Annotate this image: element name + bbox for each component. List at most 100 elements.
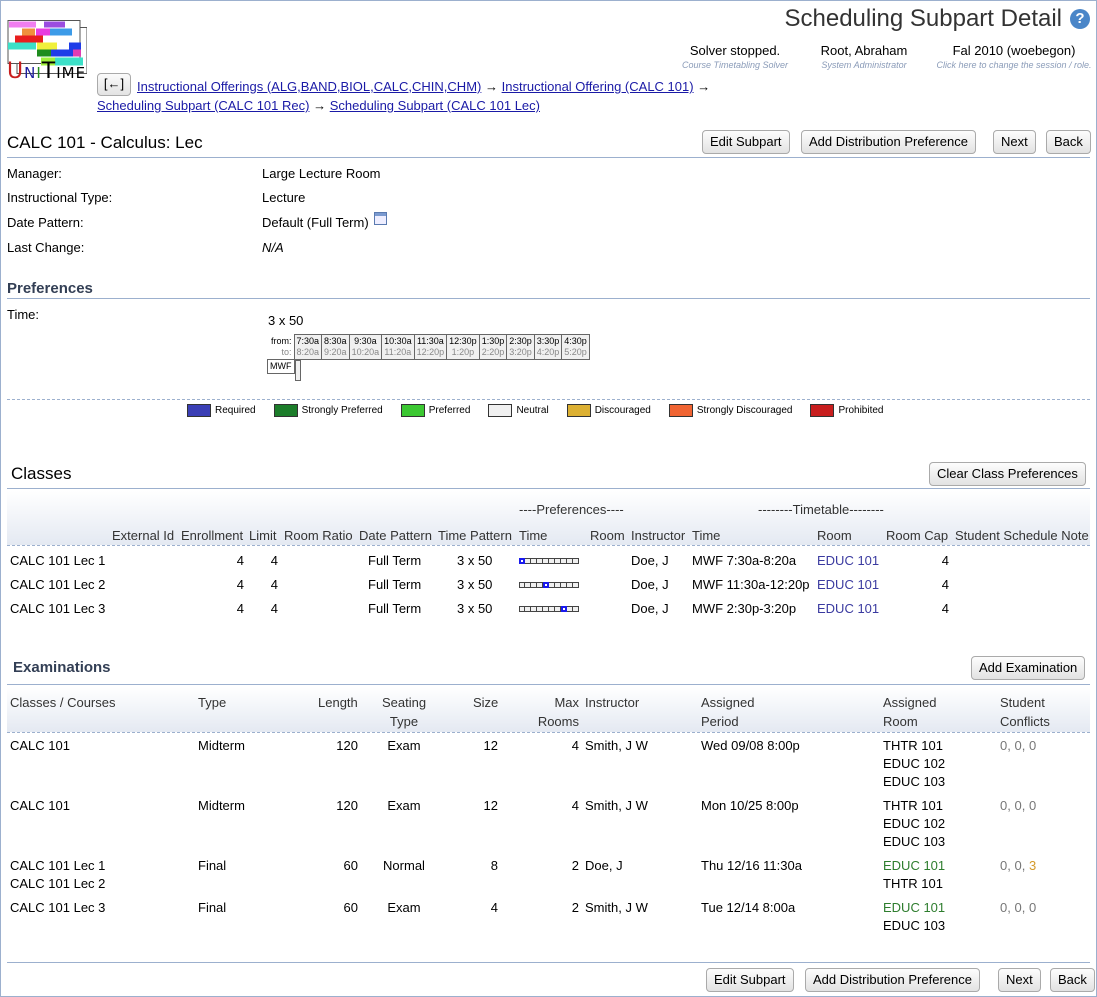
assigned-room[interactable]: EDUC 101: [817, 601, 879, 616]
add-distribution-preference-button[interactable]: Add Distribution Preference: [801, 130, 976, 154]
exam-length: 60: [343, 900, 358, 915]
edit-subpart-button[interactable]: Edit Subpart: [702, 130, 790, 154]
assigned-room[interactable]: EDUC 101: [817, 577, 879, 592]
limit: 4: [270, 577, 278, 592]
exam-size: 12: [483, 798, 498, 813]
slot-header[interactable]: 4:30p 5:20p: [561, 334, 590, 360]
slot-header[interactable]: 9:30a 10:20a: [348, 334, 383, 360]
exam-assigned-period: Thu 12/16 11:30a: [701, 858, 802, 873]
slot-header[interactable]: 1:30p 2:20p: [478, 334, 508, 360]
breadcrumb-subpart-rec[interactable]: Scheduling Subpart (CALC 101 Rec): [97, 98, 309, 113]
instructor: Doe, J: [631, 553, 669, 568]
calendar-icon[interactable]: [374, 212, 388, 225]
next-button[interactable]: Next: [993, 130, 1036, 154]
slot-header[interactable]: 11:30a 12:20p: [413, 334, 448, 360]
solver-status[interactable]: Solver stopped. Course Timetabling Solve…: [681, 44, 789, 72]
date-pattern: Full Term: [368, 553, 422, 568]
date-pattern-text: Default (Full Term): [262, 215, 369, 230]
exam-student-conflicts: 0, 0, 3: [1000, 858, 1036, 873]
breadcrumb-instructional-offerings[interactable]: Instructional Offerings (ALG,BAND,BIOL,C…: [137, 79, 481, 94]
exam-length: 60: [343, 858, 358, 873]
col-external-id: External Id: [112, 528, 175, 543]
help-icon[interactable]: ?: [1070, 9, 1090, 29]
exam-max-rooms: 2: [571, 858, 579, 873]
classes-heading: Classes: [11, 464, 72, 483]
examinations-heading: Examinations: [13, 659, 111, 676]
date-pattern-label: Date Pattern:: [7, 215, 84, 230]
session-status[interactable]: Fal 2010 (woebegon) Click here to change…: [933, 44, 1095, 72]
separator: ,: [1021, 798, 1029, 813]
exam-max-rooms: 2: [571, 900, 579, 915]
enrollment: 4: [236, 601, 244, 616]
conflict-count: 0: [1028, 738, 1037, 753]
divider: [7, 488, 1090, 489]
slot-header[interactable]: 10:30a 11:20a: [381, 334, 415, 360]
slot-header[interactable]: 7:30a 8:20a: [293, 334, 323, 360]
page-title: Scheduling Subpart Detail: [784, 5, 1062, 32]
exam-instructor: Smith, J W: [585, 798, 648, 813]
date-pattern: Full Term: [368, 601, 422, 616]
solver-status-text: Solver stopped.: [689, 43, 781, 58]
slot-header[interactable]: 2:30p 3:20p: [506, 334, 535, 360]
assigned-room[interactable]: EDUC 101: [817, 553, 879, 568]
legend-label: Discouraged: [594, 405, 651, 416]
exam-assigned-room: THTR 101: [883, 798, 943, 813]
exam-assigned-room: EDUC 103: [883, 774, 946, 789]
back-button[interactable]: Back: [1046, 130, 1091, 154]
legend-item: Preferred: [400, 404, 470, 417]
subpart-title: CALC 101 - Calculus: Lec: [7, 133, 203, 152]
legend-label: Neutral: [516, 405, 549, 416]
time-pattern-name: 3 x 50: [268, 313, 304, 328]
time-preference-mini-grid: [519, 606, 579, 612]
conflict-count: 0: [1014, 798, 1022, 813]
exam-assigned-period: Wed 09/08 8:00p: [701, 738, 800, 753]
col-room-cap: Room Cap: [886, 528, 949, 543]
separator: ,: [1021, 738, 1029, 753]
footer-edit-subpart-button[interactable]: Edit Subpart: [706, 968, 794, 992]
breadcrumb-arrow: →: [697, 79, 711, 94]
breadcrumb-subpart-lec[interactable]: Scheduling Subpart (CALC 101 Lec): [330, 98, 540, 113]
footer-back-button[interactable]: Back: [1050, 968, 1095, 992]
exam-assigned-room: EDUC 102: [883, 816, 946, 831]
col-seating-type: Seating Type: [381, 695, 427, 729]
exam-assigned-room: THTR 101: [883, 738, 943, 753]
assigned-time: MWF 2:30p-3:20p: [692, 601, 797, 616]
slot: [573, 606, 579, 612]
time-slot-cell[interactable]: [294, 360, 301, 381]
legend-item: Strongly Preferred: [273, 404, 383, 417]
legend-item: Discouraged: [566, 404, 651, 417]
footer-add-distribution-preference-button[interactable]: Add Distribution Preference: [805, 968, 980, 992]
time-preference-grid: from: to: 7:30a 8:20a 8:30a 9:20a 9:30a 10:…: [267, 334, 590, 381]
exam-size: 8: [490, 858, 498, 873]
divider: [7, 399, 1090, 400]
footer-next-button[interactable]: Next: [998, 968, 1041, 992]
breadcrumb-instructional-offering[interactable]: Instructional Offering (CALC 101): [502, 79, 694, 94]
class-name[interactable]: CALC 101 Lec 3: [10, 601, 105, 616]
conflict-count: 0: [1028, 900, 1037, 915]
slot-header[interactable]: 3:30p 4:20p: [533, 334, 563, 360]
breadcrumb-arrow: →: [484, 79, 498, 94]
conflict-count: 0: [1014, 858, 1022, 873]
class-name[interactable]: CALC 101 Lec 1: [10, 553, 105, 568]
user-status[interactable]: Root, Abraham System Administrator: [809, 44, 919, 72]
breadcrumb: Instructional Offerings (ALG,BAND,BIOL,C…: [97, 77, 737, 115]
col-time: Time: [692, 528, 721, 543]
clear-class-preferences-button[interactable]: Clear Class Preferences: [929, 462, 1086, 486]
conflict-count: 0: [1028, 798, 1037, 813]
exam-assigned-room: EDUC 101: [883, 900, 946, 915]
enrollment: 4: [236, 553, 244, 568]
day-label[interactable]: MWF: [267, 359, 295, 374]
legend-item: Prohibited: [810, 404, 883, 417]
add-examination-button[interactable]: Add Examination: [971, 656, 1086, 680]
user-role: System Administrator: [821, 60, 907, 70]
conflict-count: 0: [1014, 738, 1022, 753]
slot: [573, 558, 579, 564]
divider: [7, 684, 1090, 685]
col-assigned-period: Assigned Period: [701, 695, 755, 729]
exam-instructor: Smith, J W: [585, 738, 648, 753]
slot-header[interactable]: 8:30a 9:20a: [321, 334, 350, 360]
legend-swatch-icon: [566, 404, 591, 417]
class-name[interactable]: CALC 101 Lec 2: [10, 577, 105, 592]
slot-header[interactable]: 12:30p 1:20p: [446, 334, 480, 360]
manager-label: Manager:: [7, 166, 62, 181]
